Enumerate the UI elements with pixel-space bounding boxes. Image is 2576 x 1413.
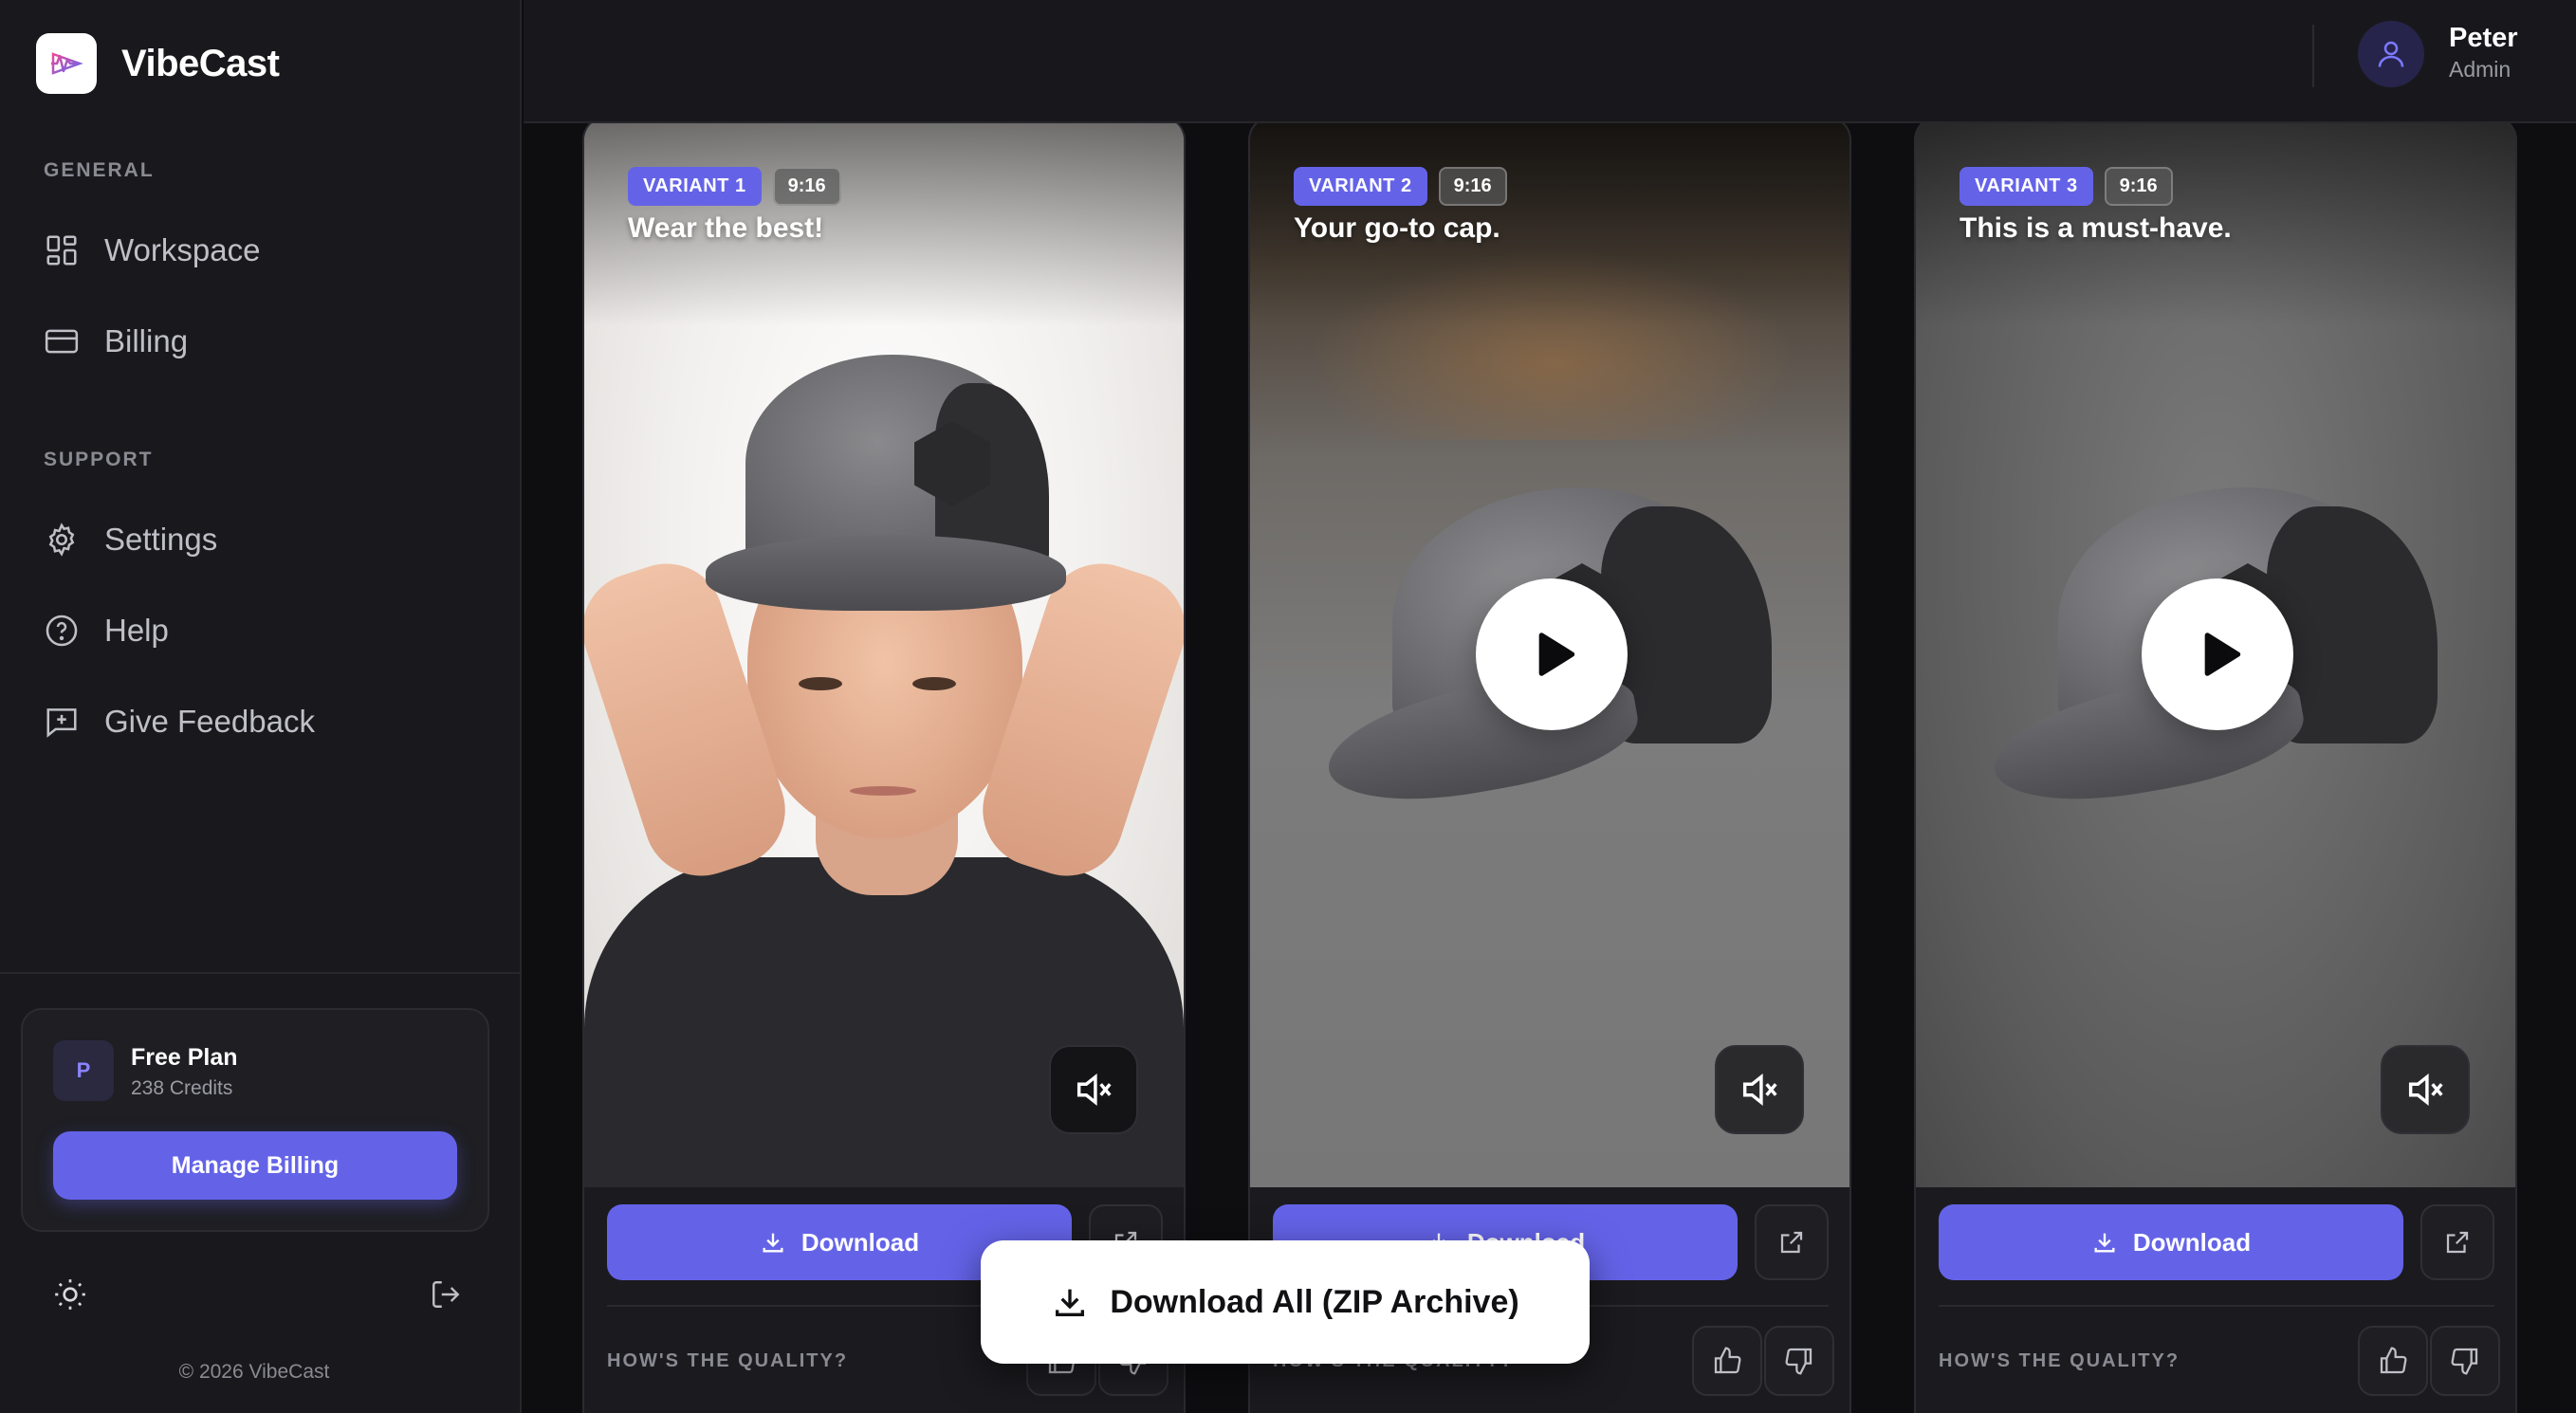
manage-billing-button[interactable]: Manage Billing <box>53 1131 457 1200</box>
variant-card-2: VARIANT 2 9:16 Your go-to cap. Download <box>1248 123 1851 1413</box>
external-link-icon <box>1780 1231 1803 1254</box>
mute-button[interactable] <box>2381 1045 2470 1134</box>
plan-credits: 238 Credits <box>131 1077 233 1099</box>
badges: VARIANT 1 9:16 <box>628 167 841 206</box>
gear-icon <box>48 523 75 557</box>
video-caption: Wear the best! <box>628 212 824 244</box>
thumbs-up-icon <box>1714 1347 1741 1374</box>
ratio-badge: 9:16 <box>2104 167 2173 206</box>
feedback-icon <box>46 708 77 738</box>
thumbs-down-icon <box>1785 1348 1812 1375</box>
mute-button[interactable] <box>1049 1045 1138 1134</box>
copyright: © 2026 VibeCast <box>178 1361 330 1383</box>
grid-icon <box>46 235 77 266</box>
section-label-support: SUPPORT <box>44 449 154 470</box>
thumbs-down-icon <box>2451 1348 2478 1375</box>
download-label: Download <box>2132 1227 2252 1257</box>
user-name: Peter <box>2449 23 2518 53</box>
brand-logo-icon <box>36 33 97 94</box>
volume-muted-icon <box>1076 1073 1112 1107</box>
app: VibeCast GENERAL Workspace Billing SUPPO… <box>0 0 2576 1413</box>
plan-avatar: P <box>53 1040 114 1101</box>
brand[interactable]: VibeCast <box>36 33 280 94</box>
brand-name: VibeCast <box>121 42 280 84</box>
play-button[interactable] <box>2142 578 2293 730</box>
ratio-badge: 9:16 <box>772 167 841 206</box>
quality-label: HOW'S THE QUALITY? <box>607 1350 849 1371</box>
logout-button[interactable] <box>427 1275 465 1313</box>
play-icon <box>2204 633 2241 676</box>
download-button[interactable]: Download <box>1939 1204 2403 1280</box>
volume-muted-icon <box>1742 1073 1777 1107</box>
logout-icon <box>432 1281 460 1308</box>
sidebar-item-label: Billing <box>104 323 189 358</box>
video-preview[interactable]: VARIANT 3 9:16 This is a must-have. <box>1916 123 2515 1187</box>
download-all-zip-button[interactable]: Download All (ZIP Archive) <box>981 1240 1590 1364</box>
play-button[interactable] <box>1476 578 1628 730</box>
plan-name: Free Plan <box>131 1044 238 1071</box>
video-preview[interactable]: VARIANT 1 9:16 Wear the best! <box>584 123 1184 1187</box>
video-preview[interactable]: VARIANT 2 9:16 Your go-to cap. <box>1250 123 1849 1187</box>
thumbs-down-button[interactable] <box>1764 1326 1834 1396</box>
video-caption: This is a must-have. <box>1960 212 2232 244</box>
sidebar-item-help[interactable]: Help <box>44 602 169 659</box>
download-all-label: Download All (ZIP Archive) <box>1110 1283 1519 1320</box>
sun-icon <box>55 1279 85 1310</box>
quality-label: HOW'S THE QUALITY? <box>1939 1350 2180 1371</box>
sidebar-footer: P Free Plan 238 Credits Manage Billing ©… <box>0 972 522 1413</box>
ratio-badge: 9:16 <box>1438 167 1507 206</box>
open-external-button[interactable] <box>2420 1204 2494 1280</box>
external-link-icon <box>2446 1231 2469 1254</box>
thumbs-up-button[interactable] <box>2358 1326 2428 1396</box>
top-header: Peter Admin <box>524 0 2576 123</box>
variant-card-3: VARIANT 3 9:16 This is a must-have. Down… <box>1914 123 2517 1413</box>
download-icon <box>2094 1233 2115 1253</box>
download-label: Download <box>800 1227 920 1257</box>
sidebar-item-label: Workspace <box>104 232 261 267</box>
variant-card-1: VARIANT 1 9:16 Wear the best! Download H… <box>582 123 1186 1413</box>
theme-toggle-button[interactable] <box>51 1275 89 1313</box>
section-label-general: GENERAL <box>44 159 155 181</box>
credit-card-icon <box>45 329 79 354</box>
header-divider <box>2312 25 2314 87</box>
user-icon <box>2378 41 2404 67</box>
main-content: VARIANT 1 9:16 Wear the best! Download H… <box>524 123 2576 1413</box>
video-caption: Your go-to cap. <box>1294 212 1500 244</box>
variant-badge: VARIANT 3 <box>1960 167 2093 206</box>
plan-card: P Free Plan 238 Credits Manage Billing <box>21 1008 489 1232</box>
user-role: Admin <box>2449 57 2512 82</box>
sidebar-item-settings[interactable]: Settings <box>44 511 217 568</box>
user-avatar[interactable] <box>2358 21 2424 87</box>
sidebar-item-label: Settings <box>104 522 218 557</box>
open-external-button[interactable] <box>1755 1204 1829 1280</box>
sidebar: VibeCast GENERAL Workspace Billing SUPPO… <box>0 0 522 1413</box>
sidebar-item-billing[interactable]: Billing <box>44 313 188 370</box>
play-icon <box>1538 633 1575 676</box>
download-icon <box>763 1233 783 1253</box>
sidebar-item-give-feedback[interactable]: Give Feedback <box>44 693 315 750</box>
sidebar-item-label: Give Feedback <box>104 704 315 739</box>
card-actions: Download <box>1939 1204 2494 1280</box>
variant-badge: VARIANT 1 <box>628 167 762 206</box>
thumbs-up-button[interactable] <box>1692 1326 1762 1396</box>
thumbs-down-button[interactable] <box>2430 1326 2500 1396</box>
badges: VARIANT 2 9:16 <box>1294 167 1507 206</box>
variant-badge: VARIANT 2 <box>1294 167 1427 206</box>
divider <box>1939 1305 2494 1307</box>
mute-button[interactable] <box>1715 1045 1804 1134</box>
help-circle-icon <box>46 615 78 647</box>
sidebar-item-workspace[interactable]: Workspace <box>44 222 260 279</box>
volume-muted-icon <box>2408 1073 2443 1107</box>
thumbs-up-icon <box>2380 1347 2407 1374</box>
download-icon <box>1056 1289 1085 1316</box>
sidebar-item-label: Help <box>104 613 169 648</box>
badges: VARIANT 3 9:16 <box>1960 167 2173 206</box>
